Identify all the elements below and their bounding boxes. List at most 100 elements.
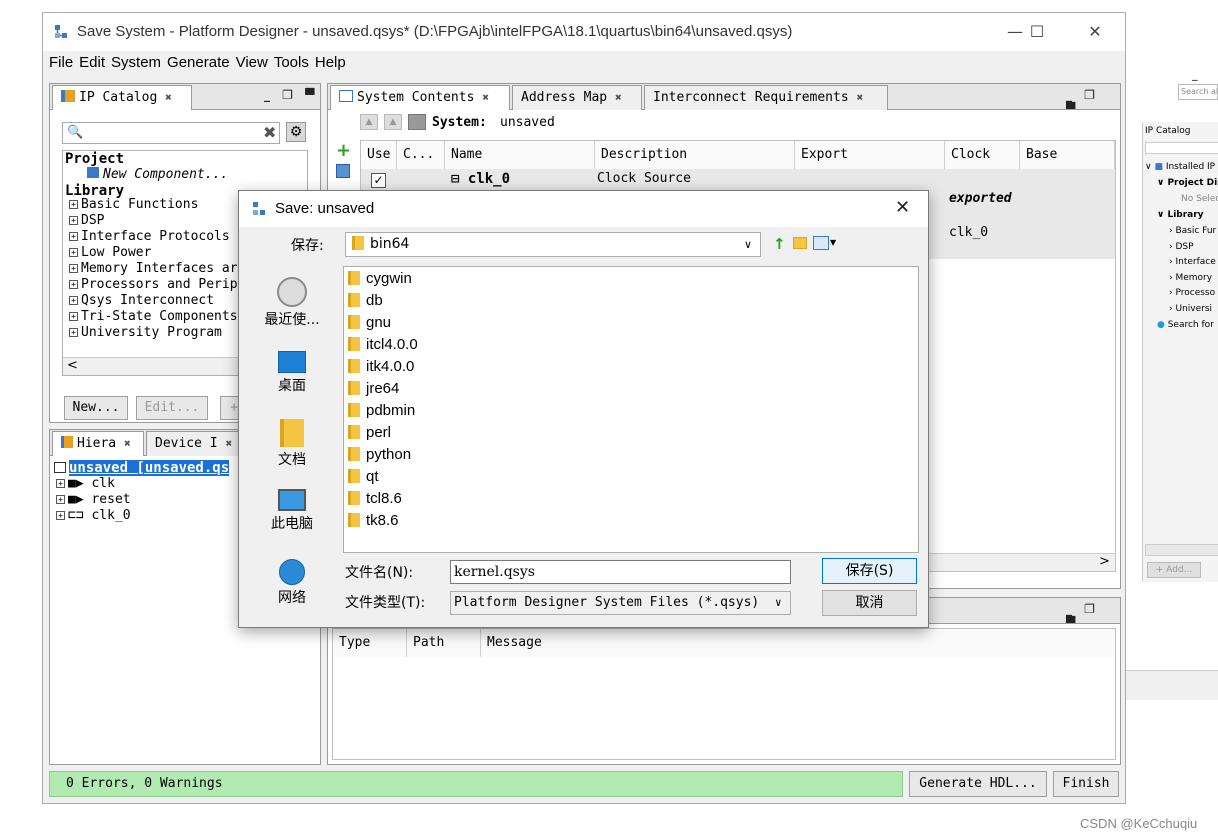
column-description[interactable]: Description [595,141,795,169]
list-item[interactable]: tk8.6 [348,510,399,532]
hierarchy-item[interactable]: + ■▶ reset [56,492,131,507]
close-tab-icon[interactable]: ✖ [165,91,172,104]
bg-project-dir[interactable]: ∨ Project Dire [1157,178,1218,188]
list-item[interactable]: qt [348,466,379,488]
list-item[interactable]: itcl4.0.0 [348,334,418,356]
new-ip-button[interactable]: New... [64,396,128,420]
close-tab-icon[interactable]: ✖ [124,437,131,450]
collapse-icon[interactable]: ⊟ [451,171,468,187]
tree-item[interactable]: + Memory Interfaces ar [69,261,238,276]
tab-device[interactable]: Device I ✖ [146,431,246,456]
bg-library[interactable]: ∨ Library [1157,210,1204,220]
hierarchy-item[interactable]: + ■▶ clk [56,476,115,491]
close-tab-icon[interactable]: ✖ [226,437,233,450]
tab-ip-catalog[interactable]: IP Catalog ✖ [52,85,192,110]
bg-installed-ip[interactable]: ∨ ■ Installed IP [1145,162,1215,172]
sidebar-network[interactable]: 网络 [251,559,333,607]
bg-ip-catalog-tab[interactable]: IP Catalog [1145,126,1191,136]
bg-search-field[interactable] [1145,142,1218,154]
bg-minimize-icon[interactable]: _ [1192,68,1198,81]
view-menu-arrow-icon[interactable]: ▼ [830,238,836,247]
sidebar-desktop[interactable]: 桌面 [251,351,333,395]
list-item[interactable]: gnu [348,312,391,334]
add-component-icon[interactable]: + [336,140,351,161]
tab-address-map[interactable]: Address Map ✖ [512,85,642,110]
filename-field[interactable]: kernel.qsys [450,560,791,584]
tree-item[interactable]: + Interface Protocols [69,229,230,244]
dialog-close-button[interactable]: ✕ [895,197,910,218]
title-bar[interactable]: Save System - Platform Designer - unsave… [43,13,1125,51]
tab-hierarchy[interactable]: Hiera ✖ [52,431,144,456]
menu-view[interactable]: View [233,51,271,75]
bg-item[interactable]: › DSP [1169,242,1194,252]
bg-item[interactable]: › Memory [1169,273,1212,283]
list-item[interactable]: tcl8.6 [348,488,402,510]
menu-edit[interactable]: Edit [76,51,108,75]
list-item[interactable]: pdbmin [348,400,415,422]
save-in-select[interactable]: bin64 ∨ [345,232,761,257]
column-type[interactable]: Type [333,629,407,657]
panel-window-controls[interactable]: _ ❐ ▀ [1066,602,1120,630]
tab-interconnect-requirements[interactable]: Interconnect Requirements ✖ [644,85,888,110]
list-item[interactable]: cygwin [348,268,412,290]
bg-item[interactable]: › Basic Fur [1169,226,1216,236]
panel-window-controls[interactable]: _ ❐ ▀ [264,88,318,102]
tree-item[interactable]: + Processors and Perip [69,277,238,292]
bg-search-input[interactable]: Search al [1178,84,1218,100]
tree-item[interactable]: + Low Power [69,245,151,260]
close-tab-icon[interactable]: ✖ [482,91,489,104]
bg-add-button[interactable]: + Add... [1147,562,1201,578]
bg-item[interactable]: › Universi [1169,304,1212,314]
close-tab-icon[interactable]: ✖ [857,91,864,104]
menu-file[interactable]: File [46,51,76,75]
menu-help[interactable]: Help [312,51,349,75]
bg-search-for[interactable]: ● Search for [1157,320,1214,330]
add-connection-icon[interactable] [336,164,350,178]
scroll-left-icon[interactable]: < [67,358,78,373]
hierarchy-item[interactable]: + ⊏⊐ clk_0 [56,508,131,523]
bg-item[interactable]: › Interface [1169,257,1216,267]
use-checkbox[interactable]: ✓ [371,173,386,188]
new-folder-icon[interactable] [793,237,807,249]
column-connections[interactable]: C... [397,141,445,169]
sidebar-this-pc[interactable]: 此电脑 [251,489,333,533]
menu-system[interactable]: System [108,51,164,75]
panel-window-controls[interactable]: _ ❐ ▀ [1066,88,1120,116]
tree-item[interactable]: + Qsys Interconnect [69,293,214,308]
tree-item[interactable]: + Tri-State Components [69,309,238,324]
bg-item[interactable]: › Processo [1169,288,1215,298]
clear-search-icon[interactable]: ✖ [263,123,276,142]
ip-search-input[interactable]: 🔍 ✖ [62,122,280,144]
filetype-select[interactable]: Platform Designer System Files (*.qsys) … [450,591,791,615]
nav-top-icon[interactable]: ▲ [384,114,402,130]
column-message[interactable]: Message [481,629,1115,657]
menu-generate[interactable]: Generate [164,51,233,75]
menu-tools[interactable]: Tools [271,51,312,75]
row-export[interactable]: exported [949,191,1012,206]
column-base[interactable]: Base [1020,141,1115,169]
column-export[interactable]: Export [795,141,945,169]
tree-new-component[interactable]: New Component... [87,167,228,182]
settings-gear-icon[interactable]: ⚙ [286,122,306,142]
up-folder-icon[interactable]: ↑ [773,235,786,253]
cancel-button[interactable]: 取消 [822,590,917,616]
view-menu-icon[interactable] [813,236,829,250]
list-item[interactable]: perl [348,422,391,444]
row-clock[interactable]: clk_0 [949,225,988,240]
close-window-button[interactable]: ✕ [1073,19,1117,45]
close-tab-icon[interactable]: ✖ [615,91,622,104]
scroll-right-icon[interactable]: > [1099,554,1110,569]
tree-item[interactable]: + DSP [69,213,104,228]
tree-item[interactable]: + Basic Functions [69,197,198,212]
sidebar-recent[interactable]: 最近使... [251,277,333,329]
finish-button[interactable]: Finish [1053,771,1119,797]
sidebar-documents[interactable]: 文档 [251,419,333,469]
tree-item[interactable]: + University Program [69,325,222,340]
column-clock[interactable]: Clock [945,141,1020,169]
column-name[interactable]: Name [445,141,595,169]
list-item[interactable]: jre64 [348,378,399,400]
list-item[interactable]: db [348,290,383,312]
column-use[interactable]: Use [361,141,397,169]
column-path[interactable]: Path [407,629,481,657]
bg-scrollbar[interactable] [1145,544,1218,556]
